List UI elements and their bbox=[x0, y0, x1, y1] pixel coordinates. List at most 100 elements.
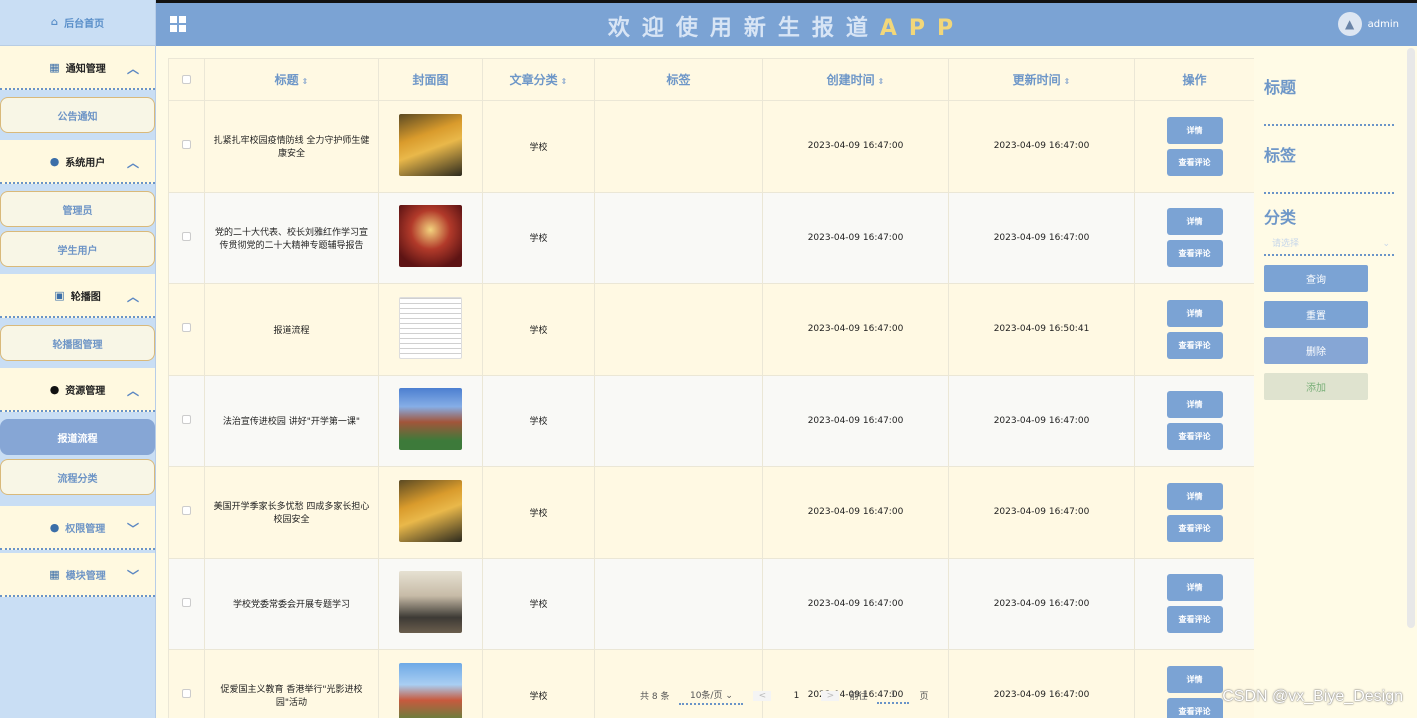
grid-icon: ▦ bbox=[49, 567, 60, 581]
next-page-button[interactable]: > bbox=[821, 690, 840, 701]
cell-title: 扎紧扎牢校园疫情防线 全力守护师生健康安全 bbox=[204, 100, 379, 193]
col-title[interactable]: 标题 ⇕ bbox=[204, 58, 379, 101]
cell-actions: 详情 查看评论 bbox=[1134, 557, 1254, 650]
sidebar-group-permissions[interactable]: ● 权限管理 ﹀ bbox=[0, 506, 155, 550]
col-category[interactable]: 文章分类 ⇕ bbox=[482, 58, 595, 101]
detail-button[interactable]: 详情 bbox=[1166, 574, 1223, 602]
chevron-up-icon: ︿ bbox=[126, 290, 139, 304]
table-row: 促爱国主义教育 香港举行"光影进校园"活动 学校 2023-04-09 16:47:… bbox=[168, 649, 1254, 718]
col-created[interactable]: 创建时间 ⇕ bbox=[762, 58, 949, 101]
page-unit: 页 bbox=[919, 692, 929, 702]
sidebar-item-report-flow[interactable]: 报道流程 bbox=[0, 419, 155, 455]
cell-cover bbox=[378, 191, 483, 284]
sidebar-group-resources[interactable]: ● 资源管理 ︿ bbox=[0, 368, 155, 412]
sidebar-group-notice[interactable]: ▦ 通知管理 ︿ bbox=[0, 46, 155, 90]
sidebar-item-carousel-manage[interactable]: 轮播图管理 bbox=[0, 325, 155, 361]
row-checkbox[interactable] bbox=[182, 689, 191, 699]
row-checkbox[interactable] bbox=[182, 414, 191, 424]
image-icon: ▣ bbox=[54, 288, 65, 302]
view-comments-button[interactable]: 查看评论 bbox=[1166, 514, 1223, 542]
select-all-checkbox[interactable] bbox=[182, 74, 191, 84]
cover-image bbox=[399, 662, 462, 718]
row-checkbox-cell[interactable] bbox=[168, 374, 205, 467]
row-checkbox-cell[interactable] bbox=[168, 100, 205, 193]
view-comments-button[interactable]: 查看评论 bbox=[1166, 606, 1223, 634]
row-checkbox-cell[interactable] bbox=[168, 557, 205, 650]
add-button[interactable]: 添加 bbox=[1264, 373, 1368, 400]
sidebar-group-modules[interactable]: ▦ 模块管理 ﹀ bbox=[0, 553, 155, 597]
cell-category: 学校 bbox=[482, 374, 595, 467]
user-icon: ● bbox=[49, 154, 60, 168]
row-checkbox-cell[interactable] bbox=[168, 466, 205, 559]
tag-input[interactable] bbox=[1264, 172, 1394, 194]
row-checkbox[interactable] bbox=[182, 140, 191, 150]
top-header: 欢迎使用新生报道APP ▲ admin bbox=[156, 0, 1417, 46]
query-button[interactable]: 查询 bbox=[1264, 265, 1368, 292]
row-checkbox-cell[interactable] bbox=[168, 283, 205, 376]
sidebar-item-admin[interactable]: 管理员 bbox=[0, 191, 155, 227]
page-number[interactable]: 1 bbox=[781, 691, 811, 701]
view-comments-button[interactable]: 查看评论 bbox=[1166, 423, 1223, 451]
detail-button[interactable]: 详情 bbox=[1166, 208, 1223, 236]
view-comments-button[interactable]: 查看评论 bbox=[1166, 697, 1223, 718]
pager-total: 共 8 条 bbox=[640, 692, 670, 702]
scrollbar[interactable] bbox=[1407, 48, 1415, 628]
row-checkbox[interactable] bbox=[182, 506, 191, 516]
goto-label: 前往 bbox=[849, 692, 868, 702]
sidebar-group-label: 系统用户 bbox=[65, 157, 106, 169]
prev-page-button[interactable]: < bbox=[753, 690, 772, 701]
view-comments-button[interactable]: 查看评论 bbox=[1166, 240, 1223, 268]
row-checkbox[interactable] bbox=[182, 231, 191, 241]
view-comments-button[interactable]: 查看评论 bbox=[1166, 148, 1223, 176]
title-input[interactable] bbox=[1264, 104, 1394, 126]
cell-tag bbox=[594, 466, 763, 559]
cell-created: 2023-04-09 16:47:00 bbox=[762, 100, 949, 193]
detail-button[interactable]: 详情 bbox=[1166, 116, 1223, 144]
cell-title: 学校党委常委会开展专题学习 bbox=[204, 557, 379, 650]
view-comments-button[interactable]: 查看评论 bbox=[1166, 331, 1223, 359]
sidebar-item-flow-category[interactable]: 流程分类 bbox=[0, 459, 155, 495]
row-checkbox[interactable] bbox=[182, 597, 191, 607]
cell-tag bbox=[594, 649, 763, 718]
sidebar-group-carousel[interactable]: ▣ 轮播图 ︿ bbox=[0, 274, 155, 318]
sidebar-group-label: 轮播图 bbox=[70, 291, 101, 303]
sidebar-group-users[interactable]: ● 系统用户 ︿ bbox=[0, 140, 155, 184]
delete-button[interactable]: 删除 bbox=[1264, 337, 1368, 364]
cover-image bbox=[399, 388, 462, 451]
page-size-select[interactable]: 10条/页 ⌄ bbox=[679, 686, 744, 705]
chevron-up-icon: ︿ bbox=[126, 156, 139, 170]
detail-button[interactable]: 详情 bbox=[1166, 482, 1223, 510]
cell-actions: 详情 查看评论 bbox=[1134, 100, 1254, 193]
cell-actions: 详情 查看评论 bbox=[1134, 466, 1254, 559]
col-updated[interactable]: 更新时间 ⇕ bbox=[948, 58, 1135, 101]
sidebar-item-notice[interactable]: 公告通知 bbox=[0, 97, 155, 133]
sort-icon[interactable]: ⇕ bbox=[302, 77, 309, 86]
goto-input[interactable]: 1 bbox=[877, 688, 910, 704]
select-all-cell[interactable] bbox=[168, 58, 205, 101]
sidebar-home[interactable]: ⌂ 后台首页 bbox=[0, 0, 155, 46]
detail-button[interactable]: 详情 bbox=[1166, 299, 1223, 327]
username: admin bbox=[1367, 18, 1399, 30]
cell-title: 报道流程 bbox=[204, 283, 379, 376]
sidebar-item-students[interactable]: 学生用户 bbox=[0, 231, 155, 267]
sidebar-group-label: 通知管理 bbox=[65, 63, 106, 75]
category-select[interactable]: 请选择 ⌄ bbox=[1264, 234, 1394, 256]
row-checkbox-cell[interactable] bbox=[168, 191, 205, 284]
cell-cover bbox=[378, 374, 483, 467]
reset-button[interactable]: 重置 bbox=[1264, 301, 1368, 328]
row-checkbox-cell[interactable] bbox=[168, 649, 205, 718]
sort-icon[interactable]: ⇕ bbox=[561, 77, 568, 86]
cell-updated: 2023-04-09 16:47:00 bbox=[948, 100, 1135, 193]
user-menu[interactable]: ▲ admin bbox=[1337, 12, 1399, 36]
detail-button[interactable]: 详情 bbox=[1166, 391, 1223, 419]
cell-title: 法治宣传进校园 讲好"开学第一课" bbox=[204, 374, 379, 467]
cell-created: 2023-04-09 16:47:00 bbox=[762, 191, 949, 284]
sort-icon[interactable]: ⇕ bbox=[1064, 77, 1071, 86]
cell-category: 学校 bbox=[482, 649, 595, 718]
cell-tag bbox=[594, 374, 763, 467]
row-checkbox[interactable] bbox=[182, 323, 191, 333]
detail-button[interactable]: 详情 bbox=[1166, 665, 1223, 693]
data-table-area: 标题 ⇕ 封面图 文章分类 ⇕ 标签 创建时间 ⇕ 更新时间 ⇕ 操作 扎紧扎牢校园疫情… bbox=[168, 58, 1254, 718]
table-row: 美国开学季家长多忧愁 四成多家长担心校园安全 学校 2023-04-09 16:47… bbox=[168, 466, 1254, 559]
sort-icon[interactable]: ⇕ bbox=[878, 77, 885, 86]
